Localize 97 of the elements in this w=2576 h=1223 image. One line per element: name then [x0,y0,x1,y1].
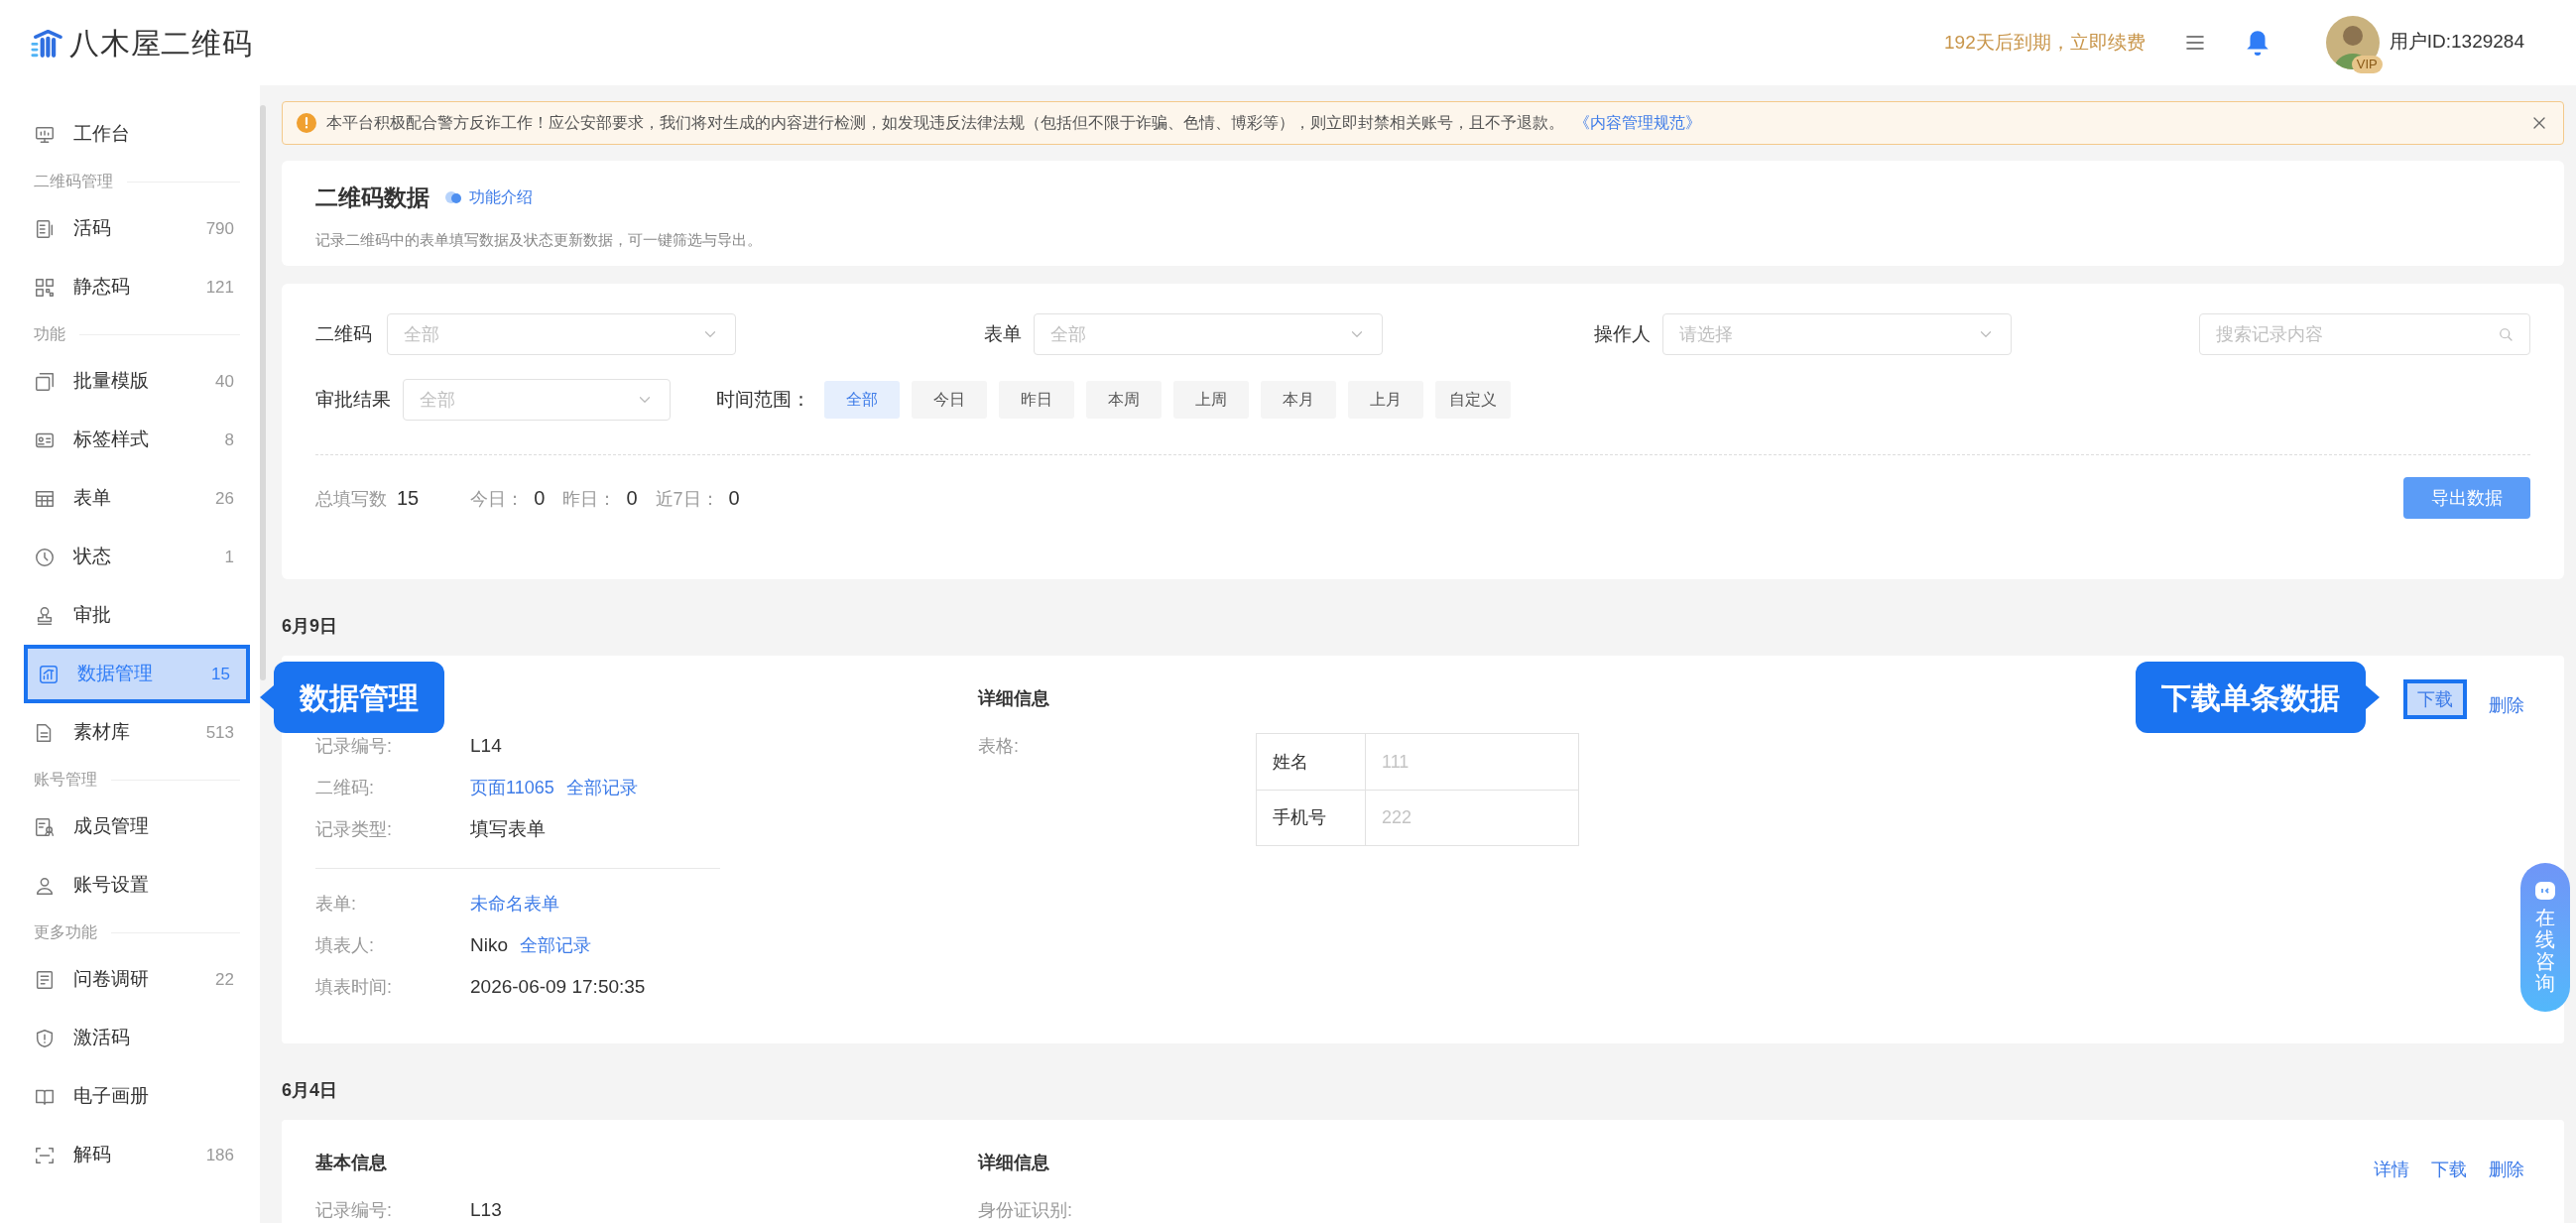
action-link[interactable]: 删除 [2489,685,2524,725]
time-range-option[interactable]: 自定义 [1435,381,1511,419]
date-heading: 6月9日 [282,615,339,638]
warning-icon [297,113,316,133]
table-cell-text: 222 [1381,806,1413,829]
sidebar-item[interactable]: 审批 [24,586,250,645]
sidebar-section-label: 二维码管理 [34,172,113,191]
filter-label: 审批结果 [315,387,391,412]
member-card-icon [34,815,56,838]
callout-pointer [2366,685,2380,709]
document-icon [34,217,56,240]
time-range-option[interactable]: 上周 [1173,381,1249,419]
stat-label: 昨日： [562,488,617,511]
time-range-option[interactable]: 今日 [912,381,987,419]
callout: 数据管理 [274,662,444,733]
avatar[interactable] [2325,16,2380,69]
field-value: 2026-06-09 17:50:35 [470,974,646,999]
sidebar-item[interactable]: 活码 790 [24,199,250,258]
page-title: 二维码数据 [315,183,429,212]
clock-icon [34,546,56,568]
action-link[interactable]: 删除 [2489,1150,2524,1189]
action-link[interactable]: 下载 [2431,1150,2467,1189]
rules-link[interactable]: 《内容管理规范》 [1574,111,1701,135]
field-label: 填表人: [315,933,375,957]
sidebar-item[interactable]: 批量模版 40 [24,352,250,411]
callout-pointer [260,685,274,709]
sidebar-item[interactable]: 工作台 [24,105,250,164]
sidebar-item[interactable]: 解码 186 [24,1126,250,1184]
filter-label: 操作人 [1594,321,1651,346]
stat-label: 近7日： [655,488,719,511]
stat-label: 总填写数 [315,488,387,511]
sidebar-item[interactable]: 静态码 121 [24,258,250,316]
scrollbar[interactable] [260,105,266,680]
action-link[interactable]: 详情 [2374,1150,2409,1189]
callout: 下载单条数据 [2136,662,2366,733]
filter-label: 表单 [984,321,1022,346]
field-label: 填表时间: [315,975,393,999]
sidebar-item[interactable]: 表单 26 [24,469,250,528]
field-link[interactable]: 未命名表单 [470,890,559,917]
shield-icon [34,1027,56,1049]
stat-value: 15 [397,486,420,511]
time-range-option[interactable]: 本周 [1086,381,1162,419]
time-range-option[interactable]: 全部 [824,381,900,419]
user-id: 用户ID:1329284 [2389,30,2524,54]
logo-text: 八木屋二维码 [69,25,253,61]
field-label: 身份证识别: [978,1199,1073,1222]
sidebar-item[interactable]: 账号设置 [24,856,250,915]
sidebar-item[interactable]: 问卷调研 22 [24,950,250,1009]
field-label: 表单: [315,892,357,916]
sidebar-item[interactable]: 素材库 513 [24,703,250,762]
field-label: 二维码: [315,776,375,799]
field-value: L14 [470,733,502,758]
field-value: L13 [470,1197,502,1222]
table-cell-text: 111 [1381,750,1411,774]
time-range-option[interactable]: 上月 [1348,381,1423,419]
search-icon [2497,325,2515,343]
field-label: 表格: [978,735,1020,758]
sidebar-item[interactable]: 激活码 [24,1009,250,1067]
search-field[interactable]: 搜索记录内容 [2199,313,2530,355]
field-label: 记录类型: [315,817,393,841]
stat-label: 今日： [470,488,525,511]
chat-icon [2534,881,2556,901]
table-cell: 手机号 [1257,791,1366,845]
intro-link[interactable]: 功能介绍 [443,185,533,210]
field-label: 记录编号: [315,1198,393,1222]
field-link[interactable]: 全部记录 [565,774,638,801]
copy-icon [34,370,56,393]
stat-value: 0 [626,486,638,511]
notice-text: 本平台积极配合警方反诈工作！应公安部要求，我们将对生成的内容进行检测，如发现违反法律法规（包括但不限于诈骗、色情、博彩等），则立即封禁相关账号，且不予退款。 [326,113,1564,133]
page-description: 记录二维码中的表单填写数据及状态更新数据，可一键筛选与导出。 [315,229,763,250]
sidebar-item[interactable]: 成员管理 [24,797,250,856]
field-link[interactable]: 页面11065 [470,774,554,801]
stat-value: 0 [534,486,546,511]
filter-label: 时间范围： [716,387,810,412]
survey-icon [34,968,56,991]
vip-badge: VIP [2351,56,2383,73]
field-value: 填写表单 [470,816,546,841]
chart-icon [38,663,60,685]
stat-value: 0 [728,486,740,511]
time-range-option[interactable]: 昨日 [999,381,1074,419]
field-value: Niko [470,932,508,957]
sidebar-item[interactable]: 标签样式 8 [24,411,250,469]
field-label: 记录编号: [315,734,393,758]
field-link[interactable]: 全部记录 [520,931,591,959]
sidebar-section-label: 功能 [34,324,65,344]
sidebar-item[interactable]: 电子画册 [24,1067,250,1126]
section-title: 详细信息 [978,688,1049,708]
sidebar-section-label: 账号管理 [34,770,97,790]
time-range-option[interactable]: 本月 [1261,381,1336,419]
filter-label: 二维码 [315,321,372,346]
table-cell: 姓名 [1257,734,1366,790]
date-heading: 6月4日 [282,1079,339,1102]
sidebar-section-label: 更多功能 [34,922,97,942]
qr-grid-icon [34,276,56,299]
section-title: 基本信息 [315,1153,387,1172]
section-title: 详细信息 [978,1153,1049,1172]
sidebar-item[interactable]: 状态 1 [24,528,250,586]
